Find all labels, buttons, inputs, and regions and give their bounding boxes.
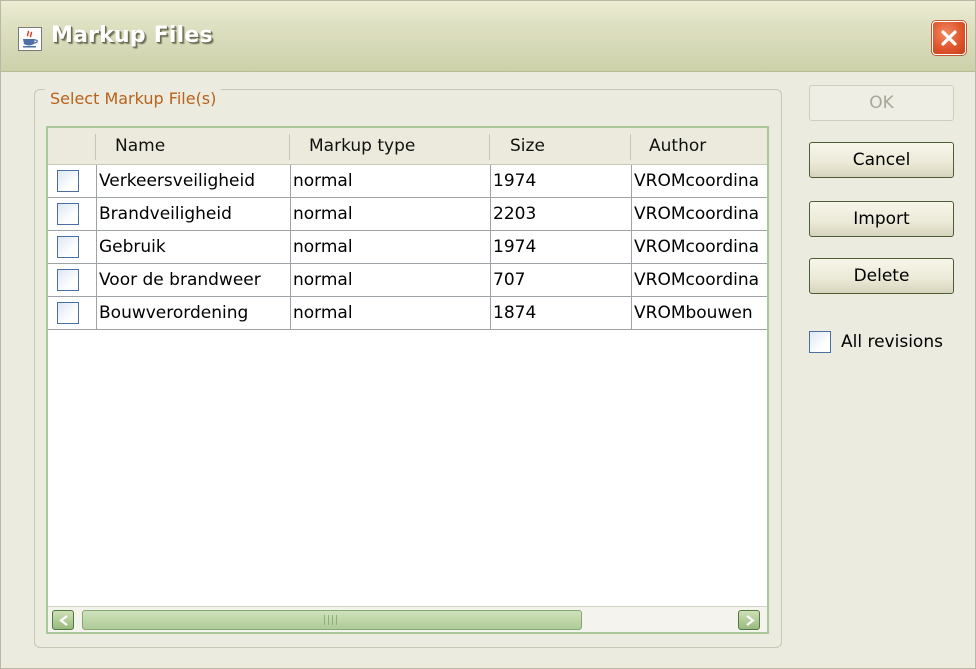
- java-app-icon: [18, 27, 42, 51]
- close-button[interactable]: [932, 21, 966, 55]
- header-separator: [289, 134, 290, 160]
- row-checkbox[interactable]: [57, 203, 79, 225]
- cell-author: VROMcoordina: [632, 165, 767, 198]
- table-row[interactable]: Brandveiligheid normal 2203 VROMcoordina: [48, 198, 767, 231]
- column-header-markup-type[interactable]: Markup type: [309, 128, 415, 164]
- cell-size: 2203: [491, 198, 632, 231]
- column-header-author[interactable]: Author: [649, 128, 706, 164]
- markup-files-table[interactable]: Name Markup type Size Author Verkeersvei…: [46, 126, 769, 634]
- window-title: Markup Files: [51, 23, 213, 48]
- row-checkbox-cell: [48, 264, 97, 297]
- arrow-right-icon: [746, 615, 755, 626]
- cell-markup-type: normal: [291, 231, 491, 264]
- all-revisions-checkbox[interactable]: [809, 331, 831, 353]
- row-checkbox-cell: [48, 297, 97, 330]
- table-row[interactable]: Bouwverordening normal 1874 VROMbouwen: [48, 297, 767, 330]
- row-checkbox[interactable]: [57, 236, 79, 258]
- cell-name: Gebruik: [97, 231, 291, 264]
- cell-name: Voor de brandweer: [97, 264, 291, 297]
- close-icon: [941, 30, 957, 46]
- table-body: Verkeersveiligheid normal 1974 VROMcoord…: [48, 165, 767, 330]
- cell-size: 1874: [491, 297, 632, 330]
- cell-markup-type: normal: [291, 297, 491, 330]
- horizontal-scrollbar[interactable]: [48, 606, 767, 632]
- table-row[interactable]: Gebruik normal 1974 VROMcoordina: [48, 231, 767, 264]
- header-separator: [489, 134, 490, 160]
- scroll-left-button[interactable]: [52, 610, 74, 630]
- table-row[interactable]: Voor de brandweer normal 707 VROMcoordin…: [48, 264, 767, 297]
- column-header-name[interactable]: Name: [115, 128, 165, 164]
- import-button[interactable]: Import: [809, 201, 954, 237]
- cell-author: VROMcoordina: [632, 264, 767, 297]
- group-label: Select Markup File(s): [45, 89, 222, 108]
- scroll-right-button[interactable]: [738, 610, 760, 630]
- cell-size: 1974: [491, 231, 632, 264]
- ok-button[interactable]: OK: [809, 85, 954, 121]
- cell-author: VROMcoordina: [632, 231, 767, 264]
- cell-name: Bouwverordening: [97, 297, 291, 330]
- all-revisions-label: All revisions: [841, 332, 943, 352]
- header-separator: [95, 134, 96, 160]
- arrow-left-icon: [59, 615, 68, 626]
- delete-button[interactable]: Delete: [809, 258, 954, 294]
- row-checkbox-cell: [48, 198, 97, 231]
- row-checkbox[interactable]: [57, 170, 79, 192]
- cell-markup-type: normal: [291, 165, 491, 198]
- table-header: Name Markup type Size Author: [48, 128, 767, 165]
- markup-files-dialog: Markup Files Select Markup File(s) Name …: [0, 0, 976, 669]
- cell-name: Brandveiligheid: [97, 198, 291, 231]
- cell-size: 707: [491, 264, 632, 297]
- header-separator: [630, 134, 631, 160]
- row-checkbox[interactable]: [57, 269, 79, 291]
- row-checkbox-cell: [48, 165, 97, 198]
- cancel-button[interactable]: Cancel: [809, 142, 954, 178]
- row-checkbox-cell: [48, 231, 97, 264]
- title-bar[interactable]: Markup Files: [1, 1, 975, 72]
- table-row[interactable]: Verkeersveiligheid normal 1974 VROMcoord…: [48, 165, 767, 198]
- cell-author: VROMcoordina: [632, 198, 767, 231]
- row-checkbox[interactable]: [57, 302, 79, 324]
- cell-markup-type: normal: [291, 198, 491, 231]
- cell-author: VROMbouwen: [632, 297, 767, 330]
- scroll-grip-icon: [324, 615, 338, 625]
- cell-name: Verkeersveiligheid: [97, 165, 291, 198]
- scroll-thumb[interactable]: [82, 610, 582, 630]
- cell-markup-type: normal: [291, 264, 491, 297]
- column-header-size[interactable]: Size: [510, 128, 545, 164]
- cell-size: 1974: [491, 165, 632, 198]
